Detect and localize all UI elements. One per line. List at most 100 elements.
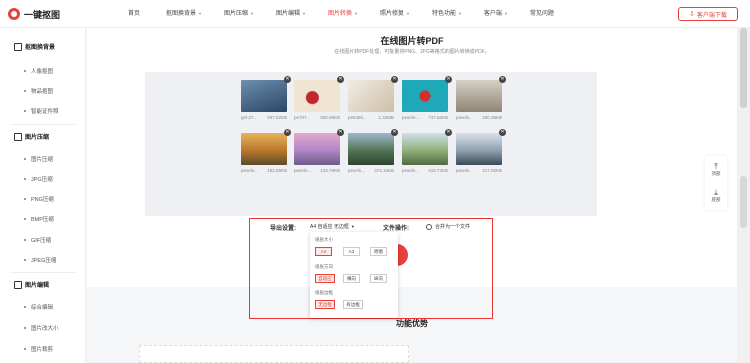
thumbnail-image: [402, 133, 448, 165]
sidebar-item-crop[interactable]: 图片裁剪: [24, 345, 53, 353]
option-no-border[interactable]: 无边框: [315, 300, 335, 309]
nav-item-edit[interactable]: 图片编辑 ▼: [276, 0, 306, 28]
nav-item-compress[interactable]: 图片压缩 ▼: [224, 0, 254, 28]
file-size: 418.74KB: [428, 168, 448, 173]
nav-item-client[interactable]: 客户端 ▼: [484, 0, 508, 28]
chevron-down-icon: ▼: [503, 11, 508, 16]
thumbnail[interactable]: ✕ pexels-... 143.79KB: [294, 129, 344, 181]
close-icon[interactable]: ✕: [445, 129, 452, 136]
close-icon[interactable]: ✕: [284, 129, 291, 136]
file-size: 330.38KB: [482, 115, 502, 120]
option-auto[interactable]: 自适应: [315, 274, 335, 283]
export-settings-select[interactable]: A4 自适应 无边框 ▼: [310, 223, 355, 230]
scroll-thumb-secondary[interactable]: [740, 176, 747, 228]
thumbnail-image: [348, 80, 394, 112]
main-content: 在线图片转PDF 在线图片转PDF处理，可批量将PNG、JPG等格式的图片转换成…: [87, 28, 737, 363]
merge-option[interactable]: 合并为一个文件: [426, 223, 470, 230]
chevron-down-icon: ▼: [405, 11, 410, 16]
divider: [10, 272, 76, 273]
scrollbar[interactable]: [737, 28, 750, 363]
thumbnail[interactable]: ✕ pexels... 182.69KB: [241, 129, 291, 181]
option-a4[interactable]: A4: [315, 247, 332, 256]
export-settings-dropdown: 纸张大小 A4 A3 原图 纸张方向 自适应 横向 纵向 纸张边框 无边框 有边…: [310, 232, 398, 318]
main-nav: 首页 抠图换背景 ▼ 图片压缩 ▼ 图片编辑 ▼ 图片转换 ▼ 照片修复 ▼ 特色功能 ▼ …: [128, 0, 554, 28]
logo-text: 一键抠图: [24, 9, 61, 20]
close-icon[interactable]: ✕: [391, 129, 398, 136]
to-top-button[interactable]: ⤒ 顶部: [705, 157, 727, 183]
file-size: 900.06KB: [320, 115, 340, 120]
thumbnail[interactable]: ✕ girl-27... 937.52KB: [241, 76, 291, 128]
close-icon[interactable]: ✕: [337, 76, 344, 83]
sidebar-item-jpg[interactable]: JPG压缩: [24, 175, 53, 183]
select-value: A4 自适应 无边框: [310, 224, 349, 230]
to-top-icon: ⤒: [714, 162, 718, 171]
item-label: JPG压缩: [31, 177, 53, 183]
sidebar-section-edit[interactable]: 图片编辑: [14, 280, 49, 289]
thumbnail[interactable]: ✕ pexels-... 747.66KB: [402, 76, 452, 128]
nav-item-convert[interactable]: 图片转换 ▼: [328, 0, 358, 28]
sidebar-item-compress[interactable]: 图片压缩: [24, 155, 53, 163]
thumbnail[interactable]: ✕ pe5450... 1.34MB: [348, 76, 398, 128]
close-icon[interactable]: ✕: [445, 76, 452, 83]
sidebar-section-cutout[interactable]: 抠图换背景: [14, 42, 55, 51]
nav-label: 客户端: [483, 11, 502, 17]
item-label: BMP压缩: [31, 217, 54, 223]
to-bottom-button[interactable]: ⤓ 底部: [705, 183, 727, 209]
radio-button[interactable]: [426, 223, 432, 230]
nav-item-cutout[interactable]: 抠图换背景 ▼: [166, 0, 202, 28]
divider: [10, 124, 76, 125]
close-icon[interactable]: ✕: [337, 129, 344, 136]
sidebar-item-portrait[interactable]: 人像抠图: [24, 67, 53, 75]
thumbnail[interactable]: ✕ pexels... 418.74KB: [402, 129, 452, 181]
file-size: 747.66KB: [428, 115, 448, 120]
sidebar-item-idphoto[interactable]: 智能证件照: [24, 107, 59, 115]
upload-panel: ✕ girl-27... 937.52KB ✕ pe707... 900.06KB …: [145, 72, 597, 216]
file-size: 937.52KB: [267, 115, 287, 120]
client-download-button[interactable]: ⇩ 客户端下载: [678, 7, 738, 21]
close-icon[interactable]: ✕: [391, 76, 398, 83]
sidebar-section-compress[interactable]: 图片压缩: [14, 132, 49, 141]
thumbnail[interactable]: ✕ pexels... 330.38KB: [456, 76, 506, 128]
feature-card: [139, 345, 409, 363]
close-icon[interactable]: ✕: [284, 76, 291, 83]
export-settings-highlight: 导出设置: A4 自适应 无边框 ▼ 文件操作: 合并为一个文件 纸张大小 A4 …: [249, 218, 493, 319]
nav-item-home[interactable]: 首页: [128, 0, 140, 28]
close-icon[interactable]: ✕: [499, 129, 506, 136]
thumbnail[interactable]: ✕ pexels... 374.16KB: [348, 129, 398, 181]
download-label: 客户端下载: [696, 12, 727, 19]
thumbnail[interactable]: ✕ pexels... 217.06KB: [456, 129, 506, 181]
option-landscape[interactable]: 横向: [343, 274, 360, 283]
chevron-down-icon: ▼: [302, 11, 306, 16]
sidebar-item-resize[interactable]: 图片改大小: [24, 324, 59, 332]
nav-label: 特色功能: [431, 11, 456, 17]
nav-label: 抠图换背景: [166, 11, 197, 17]
export-settings-label: 导出设置:: [270, 226, 296, 232]
thumbnail-image: [294, 80, 340, 112]
nav-item-faq[interactable]: 常见问题: [530, 0, 554, 28]
thumbnail-meta: girl-27... 937.52KB: [241, 115, 287, 120]
sidebar-item-combined[interactable]: 综合编辑: [24, 303, 53, 311]
nav-item-features[interactable]: 特色功能 ▼: [432, 0, 462, 28]
sidebar-item-bmp[interactable]: BMP压缩: [24, 215, 54, 223]
file-name: girl-27...: [241, 115, 258, 120]
file-size: 143.79KB: [320, 168, 340, 173]
close-icon[interactable]: ✕: [499, 76, 506, 83]
sidebar-item-object[interactable]: 物品抠图: [24, 87, 53, 95]
thumbnail-meta: pe5450... 1.34MB: [348, 115, 394, 120]
logo[interactable]: 一键抠图: [8, 7, 60, 21]
thumbnail-meta: pexels... 182.69KB: [241, 168, 287, 173]
thumbnail-image: [348, 133, 394, 165]
thumbnail-meta: pexels... 374.16KB: [348, 168, 394, 173]
thumbnail[interactable]: ✕ pe707... 900.06KB: [294, 76, 344, 128]
option-border[interactable]: 有边框: [343, 300, 363, 309]
scroll-thumb[interactable]: [740, 28, 747, 108]
sidebar-item-png[interactable]: PNG压缩: [24, 195, 54, 203]
option-a3[interactable]: A3: [343, 247, 360, 256]
sidebar-item-jpeg[interactable]: JPEG压缩: [24, 256, 56, 264]
file-name: pe707...: [294, 115, 311, 120]
nav-item-repair[interactable]: 照片修复 ▼: [380, 0, 410, 28]
option-original[interactable]: 原图: [370, 247, 387, 256]
sidebar-item-gif[interactable]: GIF压缩: [24, 236, 51, 244]
item-label: 物品抠图: [31, 89, 54, 95]
option-portrait[interactable]: 纵向: [370, 274, 387, 283]
